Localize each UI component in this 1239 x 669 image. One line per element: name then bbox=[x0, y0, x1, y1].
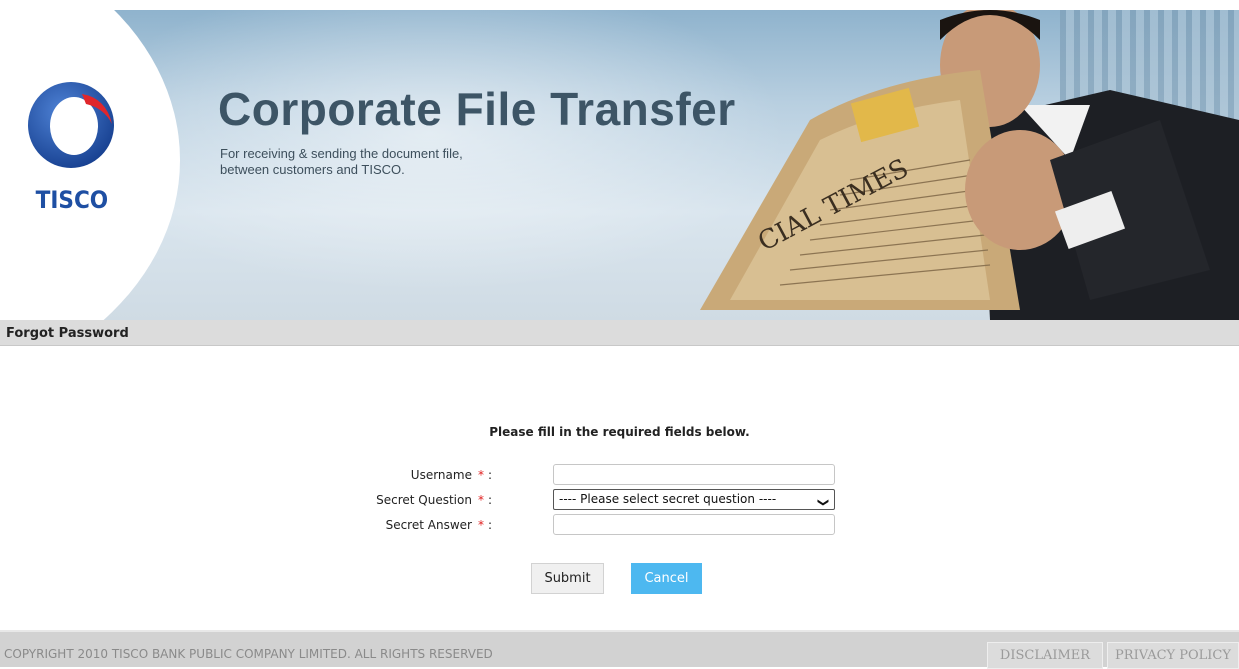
app-title: Corporate File Transfer bbox=[218, 83, 736, 135]
page-title-bar: Forgot Password bbox=[0, 320, 1239, 346]
form-instruction: Please fill in the required fields below… bbox=[489, 425, 750, 439]
username-input[interactable] bbox=[553, 464, 835, 485]
secret-answer-row: Secret Answer *: bbox=[300, 514, 900, 536]
secret-answer-label-text: Secret Answer bbox=[385, 518, 472, 532]
secret-question-select[interactable]: ---- Please select secret question ---- … bbox=[553, 489, 835, 510]
page-title: Forgot Password bbox=[6, 326, 129, 341]
app-subtitle-line-2: between customers and TISCO. bbox=[220, 162, 405, 177]
secret-question-label: Secret Question *: bbox=[376, 493, 492, 507]
required-marker: * bbox=[477, 468, 484, 482]
required-marker: * bbox=[477, 493, 484, 507]
privacy-policy-link[interactable]: PRIVACY POLICY bbox=[1107, 642, 1239, 669]
username-label: Username *: bbox=[411, 468, 492, 482]
username-row: Username *: bbox=[300, 464, 900, 486]
language-english-link[interactable]: ENGLISH bbox=[1182, 0, 1231, 12]
app-subtitle-line-1: For receiving & sending the document fil… bbox=[220, 146, 463, 161]
label-separator: : bbox=[487, 518, 492, 532]
businessman-newspaper-image: CIAL TIMES bbox=[700, 10, 1239, 320]
language-thai-link[interactable]: THAI bbox=[1143, 0, 1169, 12]
label-separator: : bbox=[487, 493, 492, 507]
chevron-down-icon: ❯ bbox=[816, 497, 830, 508]
header-banner: CIAL TIMES TISCO Corporate File Transfer… bbox=[0, 0, 1239, 320]
secret-answer-label: Secret Answer *: bbox=[386, 518, 492, 532]
submit-button[interactable]: Submit bbox=[531, 563, 604, 594]
tisco-logo: TISCO bbox=[28, 82, 114, 214]
footer: COPYRIGHT 2010 TISCO BANK PUBLIC COMPANY… bbox=[0, 630, 1239, 669]
username-label-text: Username bbox=[410, 468, 472, 482]
cancel-button[interactable]: Cancel bbox=[631, 563, 702, 594]
language-switch: THAI ENGLISH bbox=[1133, 0, 1231, 12]
secret-question-selected-value: ---- Please select secret question ---- bbox=[559, 492, 777, 506]
disclaimer-link[interactable]: DISCLAIMER bbox=[987, 642, 1103, 669]
label-separator: : bbox=[487, 468, 492, 482]
required-marker: * bbox=[477, 518, 484, 532]
secret-answer-input[interactable] bbox=[553, 514, 835, 535]
secret-question-row: Secret Question *: ---- Please select sec… bbox=[300, 489, 900, 511]
app-subtitle: For receiving & sending the document fil… bbox=[220, 146, 463, 178]
copyright-text: COPYRIGHT 2010 TISCO BANK PUBLIC COMPANY… bbox=[4, 647, 493, 661]
logo-text: TISCO bbox=[36, 187, 109, 214]
secret-question-label-text: Secret Question bbox=[376, 493, 472, 507]
